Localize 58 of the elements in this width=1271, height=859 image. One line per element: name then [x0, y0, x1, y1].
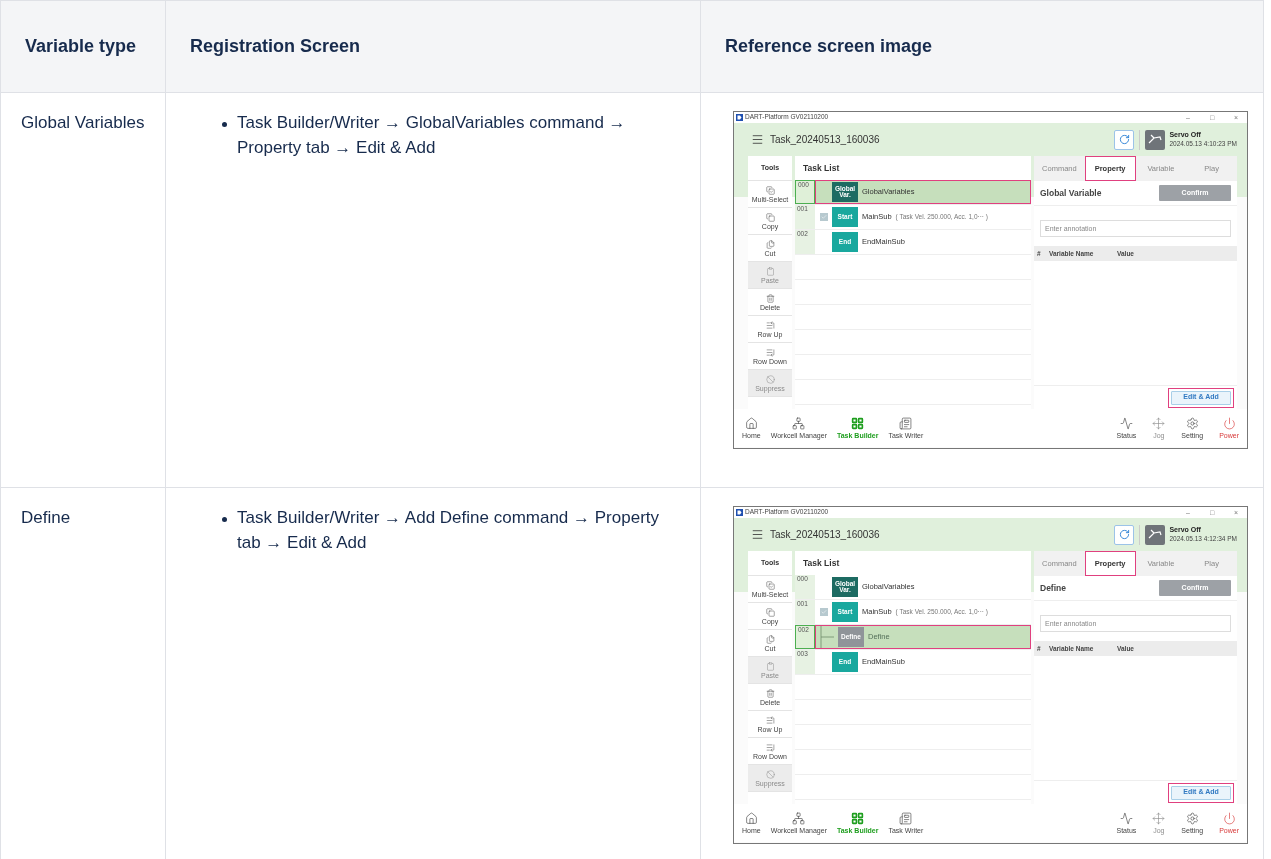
multi-select-icon — [765, 185, 775, 195]
settings-icon — [1185, 812, 1199, 825]
check-toggle[interactable] — [820, 213, 828, 221]
grid-icon — [851, 417, 865, 430]
refresh-button[interactable] — [1114, 129, 1135, 150]
task-list-title: Task List — [802, 556, 841, 570]
step-text: Task Builder/Writer → Add Define command → Property tab → Edit & Add — [237, 507, 660, 554]
menu-icon[interactable] — [751, 528, 764, 541]
column-header: Reference screen image — [700, 0, 1264, 93]
task-title: Task_20240513_160036 — [770, 528, 880, 542]
panel-title: Define — [1040, 581, 1066, 595]
refresh-icon — [1118, 134, 1130, 145]
task-title: Task_20240513_160036 — [770, 133, 880, 147]
panel-title: Global Variable — [1040, 186, 1102, 200]
multi-select-icon — [765, 580, 775, 590]
list-icon — [765, 742, 775, 752]
grid-icon — [851, 812, 865, 825]
robot-arm-image — [1145, 129, 1166, 150]
robot-arm-image — [1145, 524, 1166, 545]
home-icon — [744, 417, 758, 430]
app-logo-icon — [736, 509, 743, 516]
menu-icon[interactable] — [751, 133, 764, 146]
step-text: Task Builder/Writer → GlobalVariables command → Property tab → Edit & Add — [237, 112, 627, 159]
trash-icon — [765, 688, 775, 698]
trash-icon — [765, 293, 775, 303]
clipboard-icon — [765, 661, 775, 671]
power-icon — [1222, 417, 1236, 430]
column-header: Variable type — [0, 0, 166, 93]
home-icon — [744, 812, 758, 825]
power-icon — [1222, 812, 1236, 825]
table-cell: Global Variables — [0, 92, 166, 488]
copy-icon — [765, 212, 775, 222]
settings-icon — [1185, 417, 1199, 430]
list-icon — [765, 320, 775, 330]
list-icon — [765, 715, 775, 725]
check-toggle[interactable] — [820, 608, 828, 616]
app-logo-icon — [736, 114, 743, 121]
bullet-icon — [222, 517, 227, 522]
network-icon — [792, 812, 806, 825]
tree-line-icon — [820, 625, 834, 649]
list-icon — [765, 347, 775, 357]
copy-icon — [765, 607, 775, 617]
network-icon — [792, 417, 806, 430]
clipboard-icon — [765, 266, 775, 276]
task-list-title: Task List — [802, 161, 841, 175]
table-cell: Define — [0, 487, 166, 859]
document-icon — [899, 417, 913, 430]
refresh-button[interactable] — [1114, 524, 1135, 545]
move-icon — [1152, 417, 1166, 430]
pulse-icon — [1119, 812, 1133, 825]
prohibited-icon — [765, 769, 775, 779]
refresh-icon — [1118, 529, 1130, 540]
bullet-icon — [222, 122, 227, 127]
move-icon — [1152, 812, 1166, 825]
document-icon — [899, 812, 913, 825]
pulse-icon — [1119, 417, 1133, 430]
column-header: Registration Screen — [165, 0, 701, 93]
prohibited-icon — [765, 374, 775, 384]
